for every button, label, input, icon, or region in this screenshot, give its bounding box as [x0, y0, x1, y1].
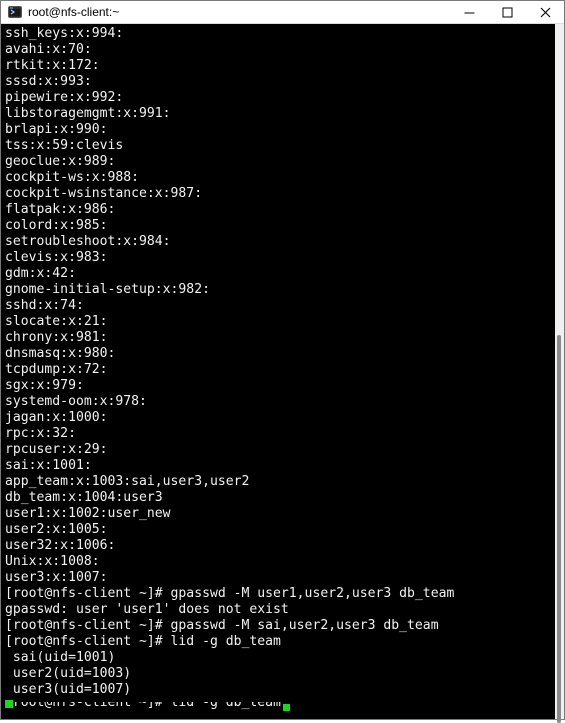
terminal-line: avahi:x:70: — [5, 42, 92, 57]
terminal-window: root@nfs-client:~ ssh_keys:x:994: avahi:x… — [0, 0, 565, 723]
partial-echo-line: [root@nfs-client ~]# lid -g db_team — [5, 702, 555, 711]
terminal-line: ssh_keys:x:994: — [5, 26, 124, 41]
terminal-line: tss:x:59:clevis — [5, 138, 124, 153]
title-bar[interactable]: root@nfs-client:~ — [1, 1, 564, 24]
terminal-line: sshd:x:74: — [5, 298, 84, 313]
terminal-line: gdm:x:42: — [5, 266, 76, 281]
close-icon — [540, 7, 550, 17]
terminal-line: flatpak:x:986: — [5, 202, 116, 217]
terminal-line: sssd:x:993: — [5, 74, 92, 89]
cursor-marker — [5, 700, 13, 708]
terminal-line: rtkit:x:172: — [5, 58, 100, 73]
terminal-line: Unix:x:1008: — [5, 554, 100, 569]
terminal-app-icon — [8, 6, 22, 18]
terminal-line: cockpit-wsinstance:x:987: — [5, 186, 203, 201]
minimize-button[interactable] — [450, 1, 488, 23]
terminal-line: user32:x:1006: — [5, 538, 116, 553]
terminal-line: [root@nfs-client ~]# gpasswd -M user1,us… — [5, 586, 455, 601]
terminal-line: libstoragemgmt:x:991: — [5, 106, 171, 121]
terminal-line: user2(uid=1003) — [5, 666, 132, 681]
vertical-scrollbar[interactable] — [555, 24, 564, 723]
maximize-icon — [502, 7, 512, 17]
minimize-icon — [464, 12, 474, 13]
scrollbar-thumb[interactable] — [557, 335, 561, 723]
terminal-line: user3(uid=1007) — [5, 682, 132, 697]
terminal-line: tcpdump:x:72: — [5, 362, 108, 377]
terminal-line: sgx:x:979: — [5, 378, 84, 393]
terminal-line: user2:x:1005: — [5, 522, 108, 537]
terminal-line: colord:x:985: — [5, 218, 108, 233]
terminal-line: setroubleshoot:x:984: — [5, 234, 171, 249]
terminal-line: gnome-initial-setup:x:982: — [5, 282, 210, 297]
terminal-line: systemd-oom:x:978: — [5, 394, 147, 409]
terminal-line: clevis:x:983: — [5, 250, 108, 265]
terminal-line: brlapi:x:990: — [5, 122, 108, 137]
terminal-line: [root@nfs-client ~]# lid -g db_team — [5, 634, 281, 649]
terminal-line: rpc:x:32: — [5, 426, 76, 441]
close-button[interactable] — [526, 1, 564, 23]
terminal-line: db_team:x:1004:user3 — [5, 490, 163, 505]
terminal-line: user1:x:1002:user_new — [5, 506, 171, 521]
terminal-line: gpasswd: user 'user1' does not exist — [5, 602, 289, 617]
terminal-line: app_team:x:1003:sai,user3,user2 — [5, 474, 250, 489]
terminal-line: sai:x:1001: — [5, 458, 92, 473]
partial-echo-text: [root@nfs-client ~]# lid -g db_team — [5, 702, 281, 710]
window-title: root@nfs-client:~ — [28, 5, 120, 19]
terminal-cursor — [282, 704, 290, 711]
terminal-line: chrony:x:981: — [5, 330, 108, 345]
terminal-line: jagan:x:1000: — [5, 410, 108, 425]
terminal-line: pipewire:x:992: — [5, 90, 124, 105]
terminal-line: cockpit-ws:x:988: — [5, 170, 140, 185]
terminal-line: slocate:x:21: — [5, 314, 108, 329]
terminal-line: user3:x:1007: — [5, 570, 108, 585]
terminal-line: [root@nfs-client ~]# gpasswd -M sai,user… — [5, 618, 439, 633]
terminal-line: dnsmasq:x:980: — [5, 346, 116, 361]
terminal-lines: ssh_keys:x:994: avahi:x:70: rtkit:x:172: ss… — [5, 26, 454, 698]
maximize-button[interactable] — [488, 1, 526, 23]
terminal-line: sai(uid=1001) — [5, 650, 116, 665]
terminal-line: rpcuser:x:29: — [5, 442, 108, 457]
terminal-output-area[interactable]: ssh_keys:x:994: avahi:x:70: rtkit:x:172: ss… — [1, 24, 555, 719]
terminal-line: geoclue:x:989: — [5, 154, 116, 169]
